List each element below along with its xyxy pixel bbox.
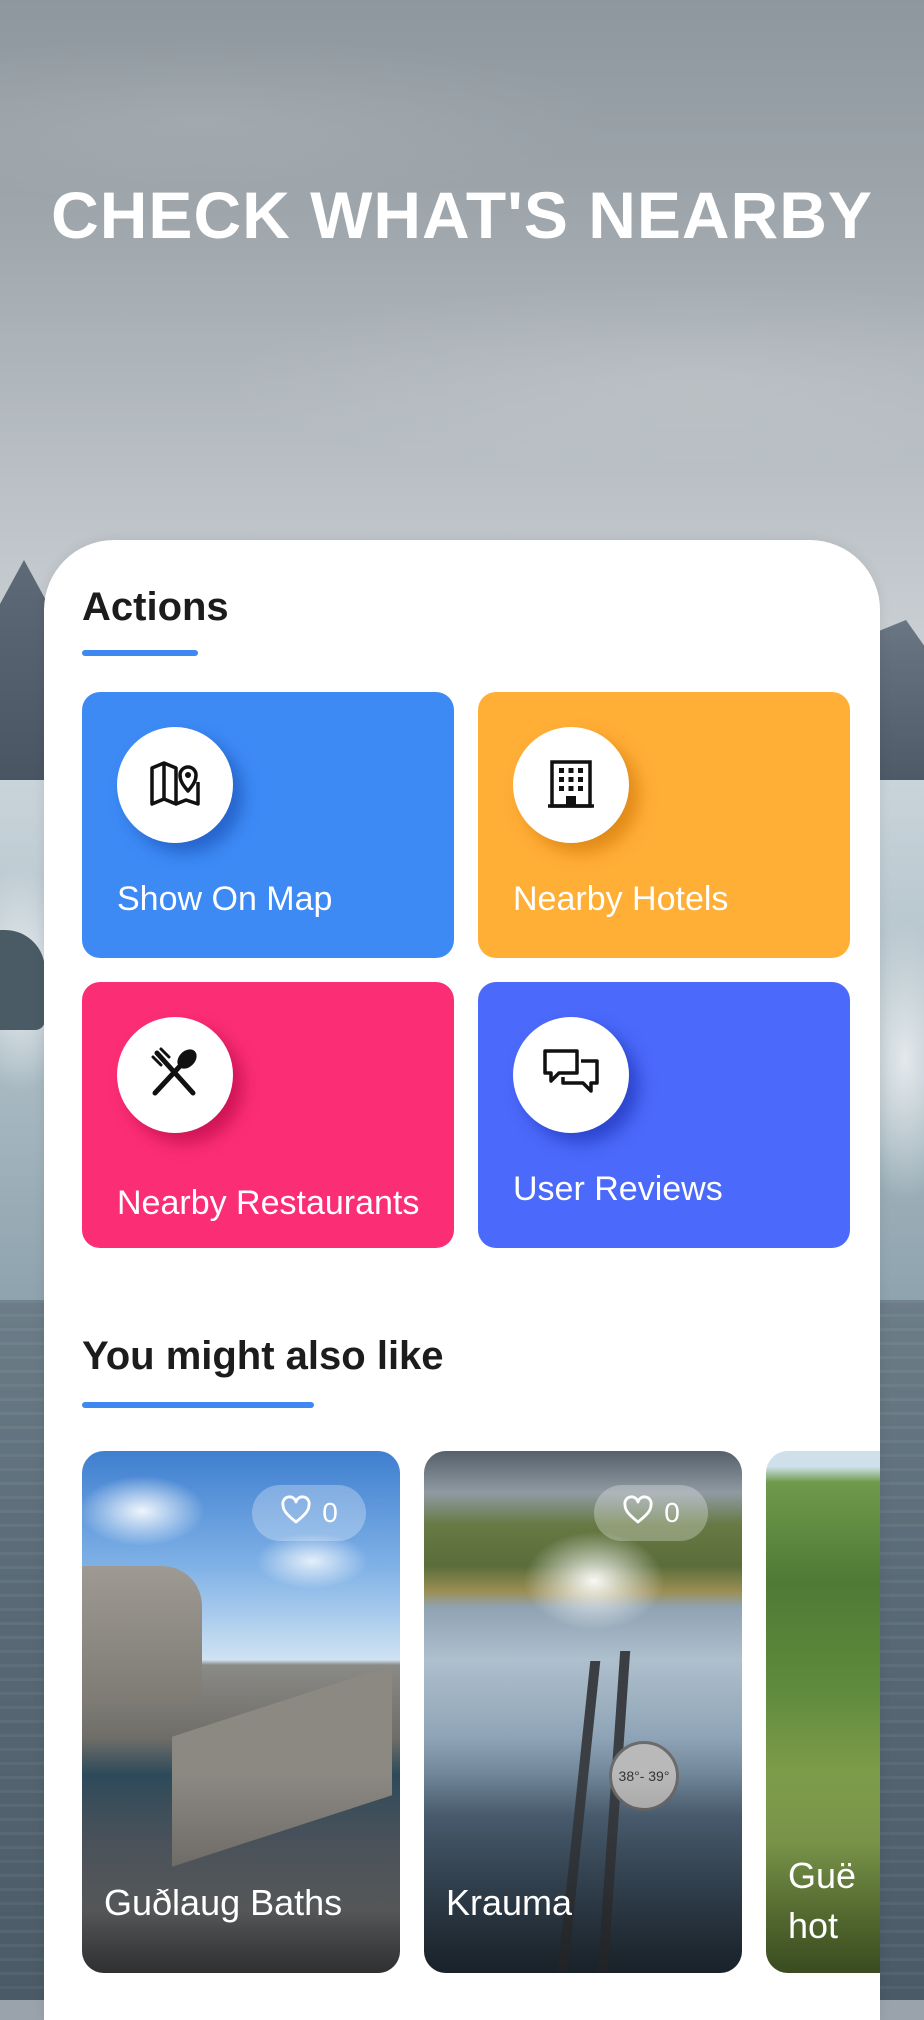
actions-underline	[82, 650, 198, 656]
fork-spoon-icon	[147, 1045, 203, 1106]
headline: CHECK WHAT'S NEARBY	[51, 178, 873, 252]
like-count: 0	[664, 1497, 680, 1528]
place-card-krauma[interactable]: 38°- 39° 0 Krauma	[424, 1451, 742, 1973]
nearby-hotels-button[interactable]: Nearby Hotels	[478, 692, 850, 958]
suggestions-title: You might also like	[82, 1334, 444, 1378]
chat-bubbles-icon	[541, 1045, 601, 1106]
like-count: 0	[322, 1497, 338, 1528]
hotel-building-icon	[544, 756, 598, 815]
user-reviews-button[interactable]: User Reviews	[478, 982, 850, 1248]
map-icon-circle	[117, 727, 233, 843]
place-card-partial[interactable]: Guë hot	[766, 1451, 880, 1973]
place-name: Krauma	[446, 1882, 573, 1923]
show-on-map-button[interactable]: Show On Map	[82, 692, 454, 958]
restaurant-icon-circle	[117, 1017, 233, 1133]
place-card-gudlaug-baths[interactable]: 0 Guðlaug Baths	[82, 1451, 400, 1973]
nearby-restaurants-button[interactable]: Nearby Restaurants	[82, 982, 454, 1248]
like-button[interactable]: 0	[594, 1485, 708, 1541]
actions-title: Actions	[82, 585, 229, 629]
map-pin-icon	[146, 754, 204, 817]
reviews-icon-circle	[513, 1017, 629, 1133]
like-button[interactable]: 0	[252, 1485, 366, 1541]
heart-icon	[622, 1494, 654, 1532]
phone-screen: Actions Show On Map Nearby Hotels Nearby…	[44, 540, 880, 2020]
place-name: Guë hot	[788, 1855, 857, 1946]
suggestions-underline	[82, 1402, 314, 1408]
hotel-icon-circle	[513, 727, 629, 843]
user-reviews-label: User Reviews	[513, 1170, 723, 1208]
place-name: Guðlaug Baths	[104, 1882, 343, 1923]
nearby-hotels-label: Nearby Hotels	[513, 880, 729, 918]
show-on-map-label: Show On Map	[117, 880, 333, 918]
nearby-restaurants-label: Nearby Restaurants	[117, 1184, 420, 1222]
heart-icon	[280, 1494, 312, 1532]
